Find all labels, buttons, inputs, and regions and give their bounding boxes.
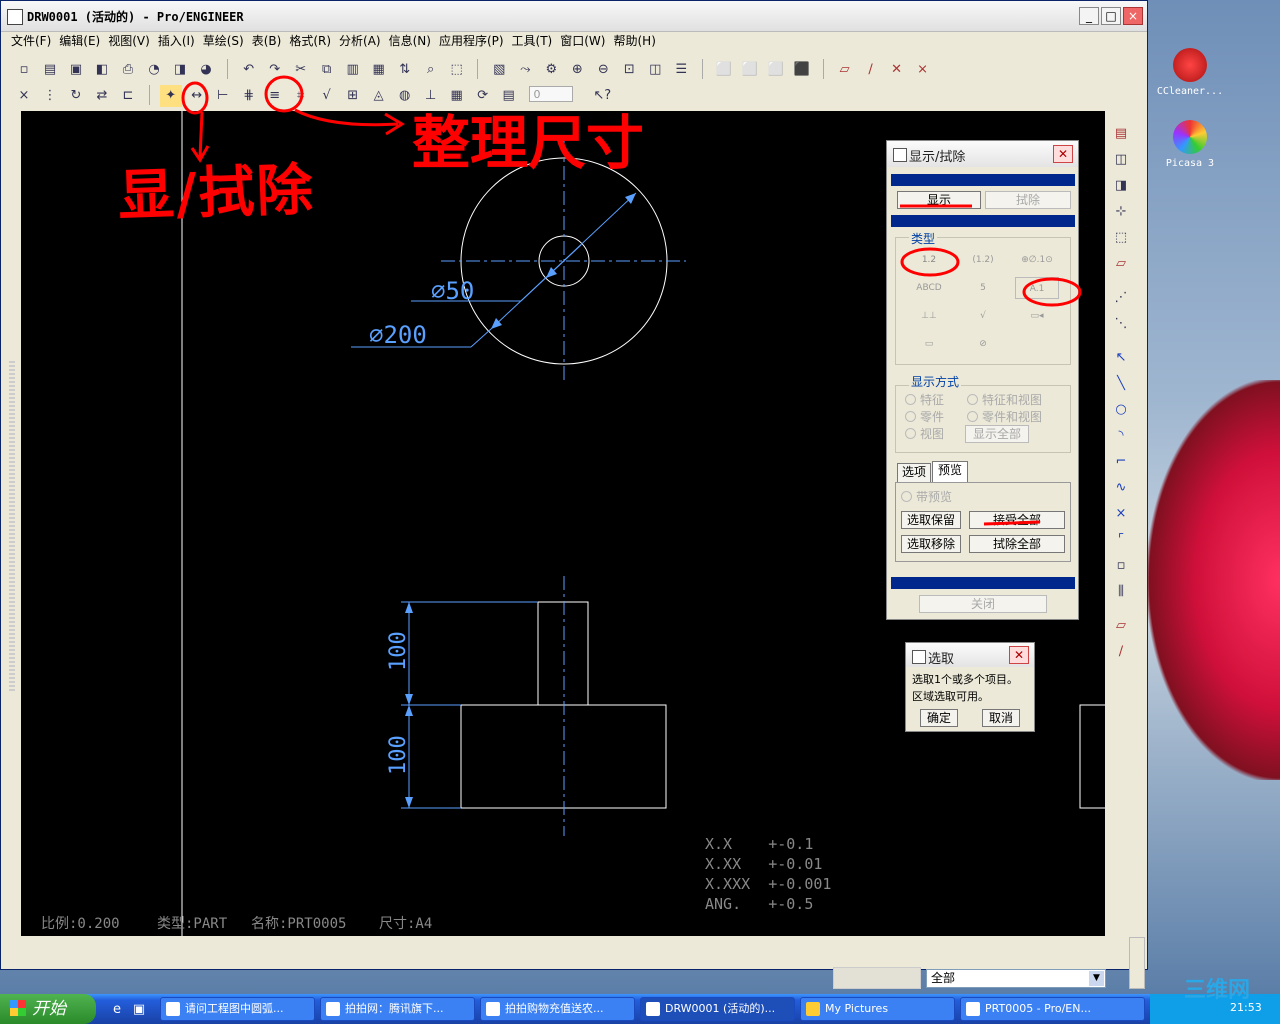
chrome-icon [166, 1002, 180, 1016]
dialog-annotation-strokes [900, 204, 1082, 526]
drawing-status: 比例:0.200 类型:PART 名称:PRT0005 尺寸:A4 [41, 916, 432, 932]
chevron-down-icon[interactable]: ▼ [1089, 971, 1104, 986]
dialog-title: 显示/拭除 [909, 150, 966, 165]
ie-icon[interactable]: e [106, 999, 128, 1021]
status-type: 类型:PART [157, 916, 228, 932]
arrow-head [405, 602, 413, 613]
watermark-text: 三维网 [1184, 978, 1251, 1003]
select-instruction: 选取1个或多个项目。 [912, 673, 1018, 686]
point-icon[interactable]: × [1110, 503, 1132, 525]
scrollbar[interactable] [1129, 937, 1145, 989]
ie-icon [326, 1002, 340, 1016]
tolerance-line: X.XXX +-0.001 [705, 875, 831, 893]
dialog-titlebar[interactable]: 显示/拭除 ✕ [887, 141, 1078, 167]
arc-icon[interactable]: ◝ [1110, 425, 1132, 447]
upper-rect [537, 601, 589, 706]
chamfer-icon[interactable]: ⌜ [1110, 529, 1132, 551]
quick-launch: e ▣ [106, 999, 156, 1019]
ok-button[interactable]: 确定 [920, 709, 958, 727]
task-label: DRW0001 (活动的)... [665, 1002, 776, 1015]
task-label: 拍拍网：腾讯旗下... [345, 1002, 444, 1015]
footer-bar [891, 577, 1075, 589]
line-icon[interactable]: ╲ [1110, 373, 1132, 395]
fillet-icon[interactable]: ⌐ [1110, 451, 1132, 473]
start-button[interactable]: 开始 [0, 994, 96, 1024]
tolerance-line: X.X +-0.1 [705, 835, 813, 853]
task-button[interactable]: 拍拍购物充值送农... [480, 997, 635, 1021]
clock[interactable]: 21:53 [1230, 1001, 1262, 1014]
cancel-button[interactable]: 取消 [982, 709, 1020, 727]
proe-icon [966, 1002, 980, 1016]
dialog-title: 选取 [928, 652, 955, 667]
mirror-icon[interactable]: ⫼ [1110, 581, 1132, 603]
task-button-active[interactable]: DRW0001 (活动的)... [640, 997, 795, 1021]
task-button[interactable]: 请问工程图中圆弧... [160, 997, 315, 1021]
task-button[interactable]: 拍拍网：腾讯旗下... [320, 997, 475, 1021]
filter-value: 全部 [931, 971, 956, 985]
side-view-partial [1079, 704, 1105, 809]
select-arrow-icon[interactable]: ↖ [1110, 347, 1132, 369]
proe-icon [646, 1002, 660, 1016]
draft-axis-icon[interactable]: ∕ [1110, 641, 1132, 663]
circle-icon[interactable]: ○ [1110, 399, 1132, 421]
status-bar: 全部 ▼ [1, 937, 1147, 993]
task-label: My Pictures [825, 1002, 889, 1015]
tolerance-block: X.X +-0.1 X.XX +-0.01 X.XXX +-0.001 ANG.… [705, 835, 831, 913]
dim-leader-large [470, 328, 492, 348]
ie-icon [486, 1002, 500, 1016]
header-bar [891, 174, 1075, 186]
status-scale: 比例:0.200 [41, 916, 120, 932]
arrow-head [405, 705, 413, 716]
tolerance-line: X.XX +-0.01 [705, 855, 822, 873]
dim-text-upper[interactable]: 100 [386, 631, 411, 671]
start-label: 开始 [32, 999, 66, 1019]
dialog-icon [912, 650, 926, 664]
close-icon[interactable]: ✕ [1009, 646, 1029, 664]
desktop-icon[interactable]: ▣ [128, 999, 150, 1021]
arrow-head [405, 694, 413, 705]
relations-icon[interactable]: ⋱ [1110, 313, 1132, 335]
tolerance-line: ANG. +-0.5 [705, 895, 813, 913]
wallpaper-flower [1148, 380, 1280, 780]
task-label: PRT0005 - Pro/EN... [985, 1002, 1091, 1015]
status-size: 尺寸:A4 [379, 916, 432, 932]
dialog-icon [893, 148, 907, 162]
close-button[interactable]: 关闭 [919, 595, 1047, 613]
spline-icon[interactable]: ∿ [1110, 477, 1132, 499]
close-icon[interactable]: ✕ [1053, 145, 1073, 163]
dialog-titlebar[interactable]: 选取 ✕ [906, 643, 1034, 667]
windows-icon [10, 1000, 26, 1016]
select-dialog: 选取 ✕ 选取1个或多个项目。 区域选取可用。 确定 取消 [905, 642, 1035, 732]
filter-select[interactable]: 全部 ▼ [926, 969, 1106, 988]
task-button[interactable]: My Pictures [800, 997, 955, 1021]
offset-icon[interactable]: ▫ [1110, 555, 1132, 577]
folder-icon [806, 1002, 820, 1016]
draft-plane-icon[interactable]: ▱ [1110, 615, 1132, 637]
system-tray: 三维网 21:53 [1150, 978, 1280, 1024]
dim-text-lower[interactable]: 100 [386, 735, 411, 775]
task-label: 拍拍购物充值送农... [505, 1002, 604, 1015]
arrow-head [405, 797, 413, 808]
status-name: 名称:PRT0005 [251, 916, 346, 932]
task-label: 请问工程图中圆弧... [185, 1002, 284, 1015]
task-button[interactable]: PRT0005 - Pro/EN... [960, 997, 1145, 1021]
select-instruction-2: 区域选取可用。 [912, 690, 989, 703]
dim-text-large[interactable]: ∅200 [369, 321, 427, 349]
